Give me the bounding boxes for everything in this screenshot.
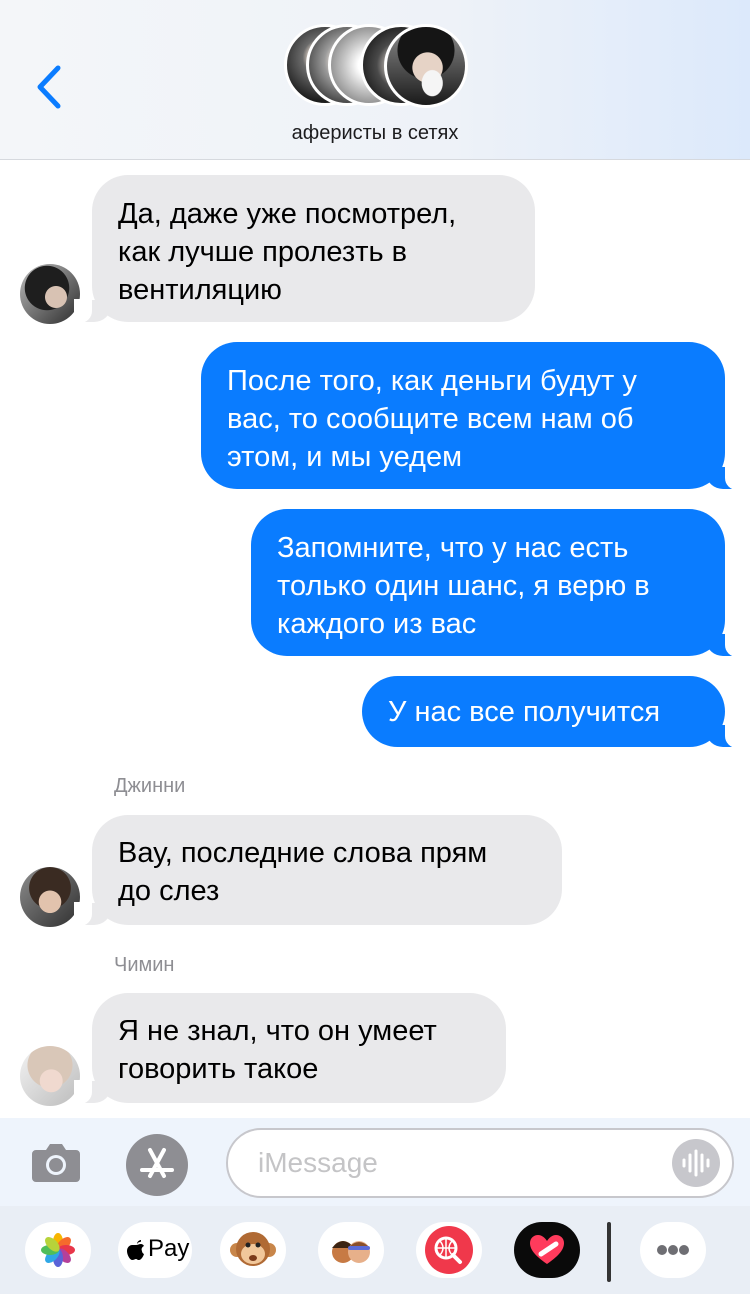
group-avatars[interactable]: [284, 24, 474, 108]
back-chevron-icon[interactable]: [30, 62, 70, 112]
apple-logo-icon: [127, 1240, 144, 1260]
sender-avatar[interactable]: [20, 867, 80, 927]
audio-message-button[interactable]: [672, 1139, 720, 1187]
animoji-app-button[interactable]: [220, 1222, 286, 1278]
more-dots-icon: [657, 1245, 689, 1255]
message-composer: iMessage: [0, 1118, 750, 1206]
message-text: Запомните, что у нас есть только один ша…: [277, 532, 650, 640]
group-name[interactable]: аферисты в сетях: [0, 122, 750, 145]
heart-touch-icon: [530, 1235, 564, 1264]
digital-touch-button[interactable]: [514, 1222, 580, 1278]
memoji-stickers-button[interactable]: [318, 1222, 384, 1278]
incoming-message-bubble[interactable]: Вау, последние слова прям до слез: [74, 815, 562, 926]
message-text: Да, даже уже посмотрел, как лучше пролез…: [118, 198, 457, 306]
app-store-icon: [140, 1148, 174, 1178]
camera-icon[interactable]: [30, 1140, 82, 1184]
app-store-button[interactable]: [126, 1134, 188, 1196]
group-avatar: [384, 24, 468, 108]
apple-pay-label: Pay: [148, 1235, 190, 1262]
incoming-message-bubble[interactable]: Да, даже уже посмотрел, как лучше пролез…: [74, 175, 535, 323]
app-drawer: Pay: [0, 1206, 750, 1294]
imessage-input[interactable]: iMessage: [226, 1128, 734, 1198]
globe-search-icon: [425, 1226, 473, 1274]
photos-app-button[interactable]: [25, 1222, 91, 1278]
message-text: У нас все получится: [388, 696, 661, 728]
apple-pay-button[interactable]: Pay: [118, 1222, 192, 1278]
message-text: Вау, последние слова прям до слез: [118, 837, 488, 907]
more-apps-button[interactable]: [640, 1222, 706, 1278]
monkey-icon: [230, 1232, 276, 1266]
chat-header: аферисты в сетях: [0, 0, 750, 160]
message-text: Я не знал, что он умеет говорить такое: [118, 1015, 437, 1085]
sender-name: Чимин: [114, 954, 175, 976]
input-placeholder: iMessage: [258, 1147, 378, 1178]
sender-avatar[interactable]: [20, 264, 80, 324]
sender-name: Джинни: [114, 775, 186, 797]
memoji-icon: [332, 1241, 370, 1263]
outgoing-message-bubble[interactable]: После того, как деньги будут у вас, то с…: [201, 342, 743, 490]
outgoing-message-bubble[interactable]: У нас все получится: [362, 676, 743, 748]
image-search-button[interactable]: [416, 1222, 482, 1278]
message-text: После того, как деньги будут у вас, то с…: [227, 365, 637, 473]
drawer-divider: [607, 1222, 611, 1282]
photos-icon: [41, 1233, 75, 1267]
waveform-icon: [682, 1149, 710, 1177]
outgoing-message-bubble[interactable]: Запомните, что у нас есть только один ша…: [251, 509, 743, 657]
incoming-message-bubble[interactable]: Я не знал, что он умеет говорить такое: [74, 993, 506, 1104]
sender-avatar[interactable]: [20, 1046, 80, 1106]
